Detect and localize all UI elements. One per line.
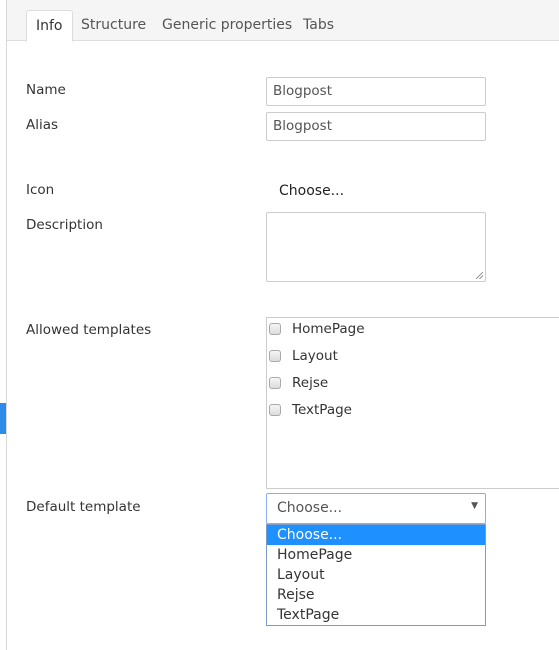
- tab-bar: Info Structure Generic properties Tabs: [7, 0, 559, 42]
- checkbox-label: TextPage: [292, 402, 352, 418]
- dropdown-option[interactable]: HomePage: [267, 545, 485, 565]
- dropdown-option[interactable]: Layout: [267, 565, 485, 585]
- alias-label: Alias: [26, 117, 59, 133]
- description-label: Description: [26, 217, 103, 233]
- icon-label: Icon: [26, 182, 55, 198]
- tab-tabs[interactable]: Tabs: [294, 10, 343, 41]
- tab-info[interactable]: Info: [26, 10, 73, 42]
- tab-structure[interactable]: Structure: [72, 10, 155, 41]
- checkbox[interactable]: [269, 377, 281, 389]
- sidebar-active-indicator: [0, 403, 6, 434]
- template-checkbox-item[interactable]: HomePage: [269, 319, 365, 339]
- default-template-dropdown: Choose... HomePage Layout Rejse TextPage: [266, 524, 486, 626]
- resize-grip-icon[interactable]: [476, 272, 483, 279]
- allowed-templates-label: Allowed templates: [26, 322, 152, 338]
- caret-down-icon: ▼: [471, 501, 478, 511]
- checkbox-label: HomePage: [292, 321, 365, 337]
- checkbox-label: Rejse: [292, 375, 329, 391]
- alias-input[interactable]: Blogpost: [266, 112, 486, 141]
- icon-choose-link[interactable]: Choose...: [279, 183, 344, 199]
- select-value: Choose...: [277, 500, 343, 516]
- template-checkbox-item[interactable]: Rejse: [269, 373, 328, 393]
- template-checkbox-item[interactable]: TextPage: [269, 400, 352, 420]
- default-template-label: Default template: [26, 499, 141, 515]
- tab-generic-properties[interactable]: Generic properties: [153, 10, 301, 41]
- description-textarea[interactable]: [266, 212, 486, 282]
- dropdown-option[interactable]: Rejse: [267, 585, 485, 605]
- checkbox-label: Layout: [292, 348, 338, 364]
- checkbox[interactable]: [269, 404, 281, 416]
- name-label: Name: [26, 82, 66, 98]
- checkbox[interactable]: [269, 323, 281, 335]
- default-template-select[interactable]: Choose... ▼: [266, 493, 486, 524]
- dropdown-option[interactable]: TextPage: [267, 605, 485, 625]
- allowed-templates-list: HomePage Layout Rejse TextPage: [266, 317, 559, 489]
- dropdown-option[interactable]: Choose...: [267, 525, 485, 545]
- checkbox[interactable]: [269, 350, 281, 362]
- template-checkbox-item[interactable]: Layout: [269, 346, 338, 366]
- sidebar-divider: [6, 0, 7, 650]
- name-input[interactable]: Blogpost: [266, 77, 486, 106]
